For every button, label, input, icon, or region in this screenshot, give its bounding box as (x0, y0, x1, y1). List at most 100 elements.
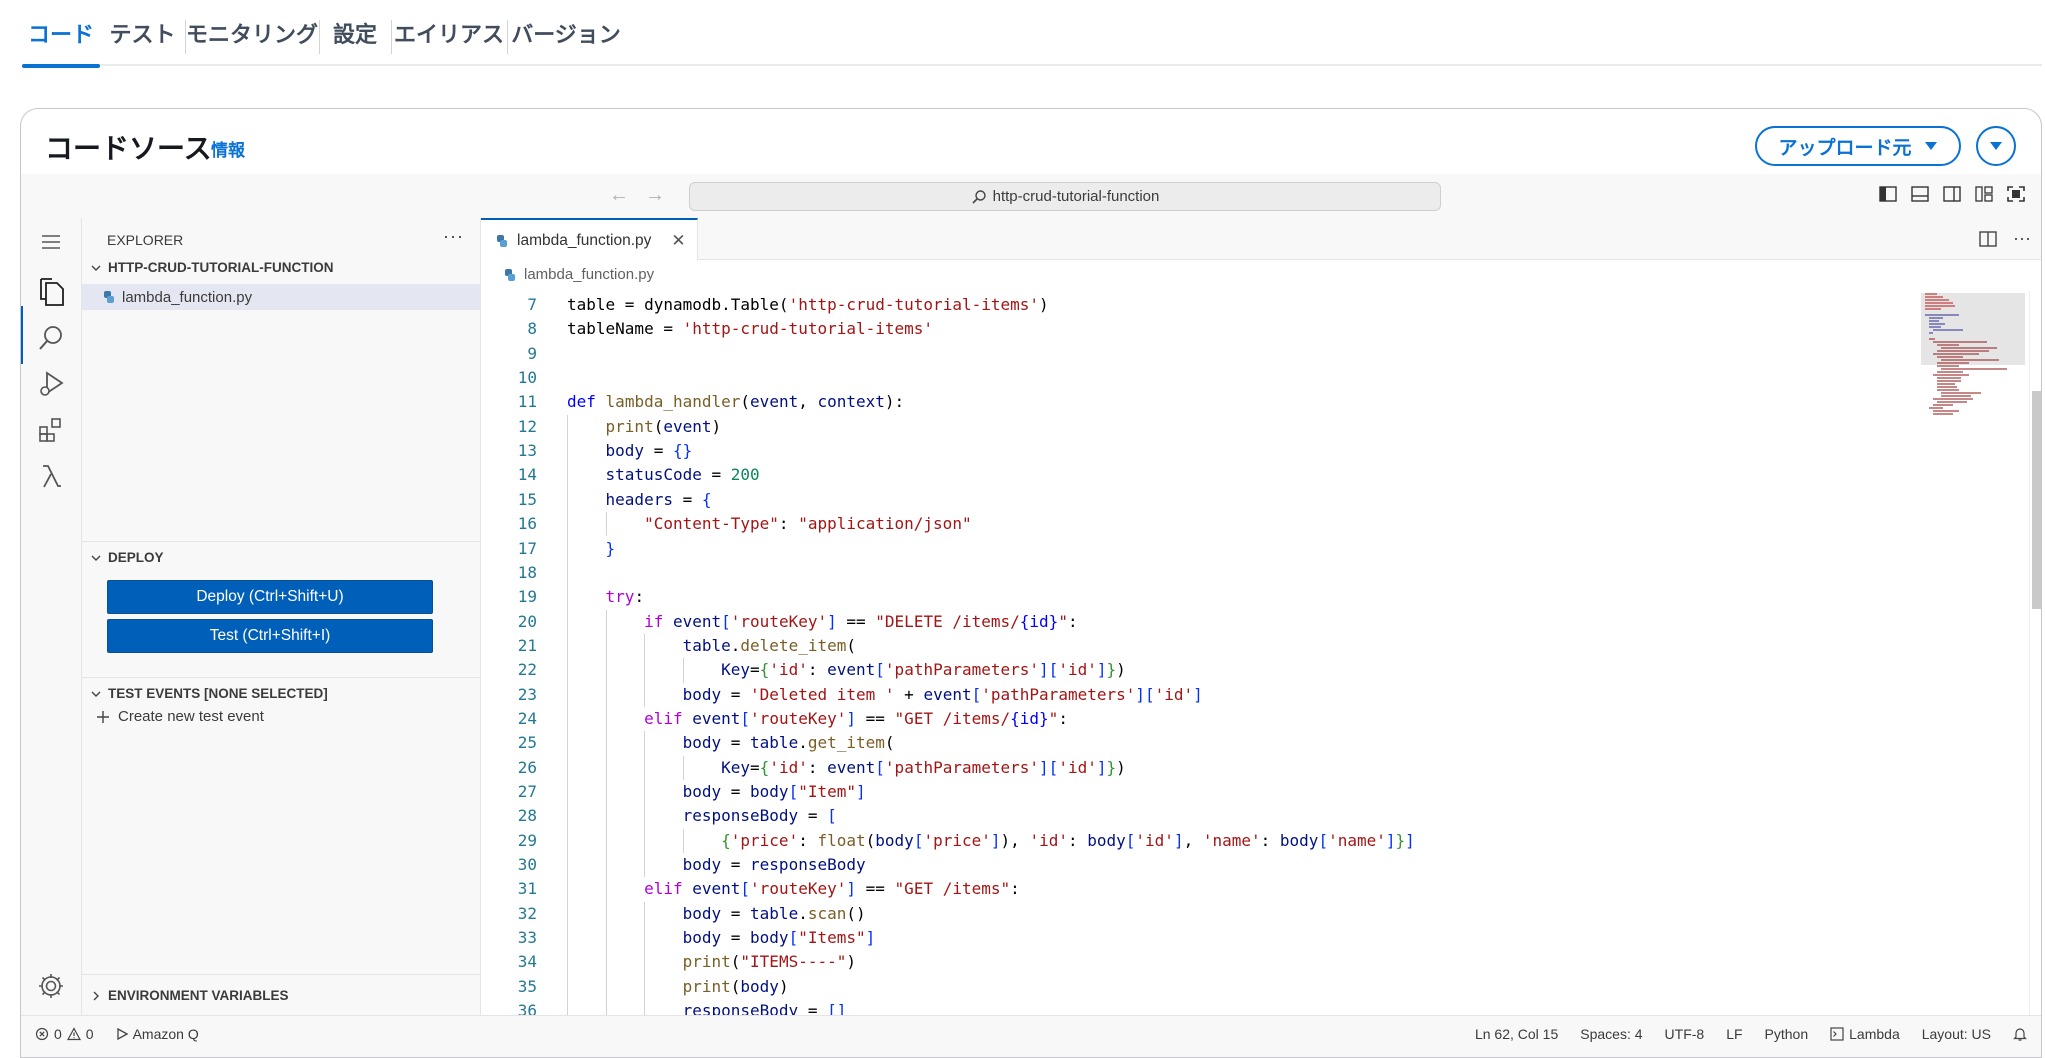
line-number: 27 (517, 782, 537, 801)
folder-header[interactable]: HTTP-CRUD-TUTORIAL-FUNCTION (90, 260, 333, 275)
more-options-icon[interactable]: ··· (443, 226, 464, 247)
code-line[interactable]: 17 } (481, 537, 1921, 561)
code-line[interactable]: 27 body = body["Item"] (481, 780, 1921, 804)
code-line[interactable]: 9 (481, 342, 1921, 366)
python-file-icon (495, 234, 509, 248)
more-actions-button[interactable] (1976, 126, 2016, 166)
scrollbar-thumb[interactable] (2032, 391, 2041, 609)
encoding[interactable]: UTF-8 (1665, 1026, 1705, 1042)
split-editor-icon[interactable] (1979, 230, 1997, 247)
forward-arrow-icon[interactable]: → (645, 184, 665, 207)
tab-test[interactable]: テスト (100, 0, 185, 66)
code-line[interactable]: 28 responseBody = [ (481, 804, 1921, 828)
code-line[interactable]: 25 body = table.get_item( (481, 731, 1921, 755)
deploy-section-header[interactable]: DEPLOY (90, 550, 164, 565)
tab-versions[interactable]: バージョン (507, 0, 625, 66)
code-line[interactable]: 16 "Content-Type": "application/json" (481, 512, 1921, 536)
code-line[interactable]: 13 body = {} (481, 439, 1921, 463)
upload-from-label: アップロード元 (1778, 137, 1912, 159)
tab-settings[interactable]: 設定 (319, 0, 391, 66)
tab-aliases[interactable]: エイリアス (391, 0, 507, 66)
code-line[interactable]: 12 print(event) (481, 415, 1921, 439)
ide-titlebar: ← → http-crud-tutorial-function (21, 174, 2041, 218)
code-line[interactable]: 7 table = dynamodb.Table('http-crud-tutor… (481, 293, 1921, 317)
explorer-icon[interactable] (33, 274, 69, 310)
code-line[interactable]: 20 if event['routeKey'] == "DELETE /item… (481, 610, 1921, 634)
code-line[interactable]: 29 {'price': float(body['price']), 'id':… (481, 829, 1921, 853)
lambda-icon[interactable] (33, 458, 69, 494)
customize-layout-icon[interactable] (1975, 186, 1993, 202)
line-code: body = table.get_item( (682, 733, 895, 753)
chevron-down-icon (90, 262, 102, 274)
cursor-position[interactable]: Ln 62, Col 15 (1475, 1026, 1558, 1042)
editor-tab[interactable]: lambda_function.py ✕ (481, 218, 698, 261)
code-line[interactable]: 35 print(body) (481, 975, 1921, 999)
line-number: 15 (517, 489, 537, 509)
more-actions-icon[interactable]: ··· (2013, 228, 2031, 249)
problems-indicator[interactable]: 0 0 (35, 1026, 94, 1042)
toggle-panel-icon[interactable] (1911, 186, 1929, 202)
code-line[interactable]: 22 Key={'id': event['pathParameters']['i… (481, 658, 1921, 682)
back-arrow-icon[interactable]: ← (609, 184, 629, 207)
code-line[interactable]: 15 headers = { (481, 488, 1921, 512)
code-line[interactable]: 26 Key={'id': event['pathParameters']['i… (481, 756, 1921, 780)
env-vars-label: ENVIRONMENT VARIABLES (108, 988, 289, 1003)
language-mode[interactable]: Python (1765, 1026, 1809, 1042)
code-text-area[interactable]: 7 table = dynamodb.Table('http-crud-tutor… (481, 291, 1921, 1015)
create-test-event[interactable]: Create new test event (96, 708, 264, 725)
code-line[interactable]: 30 body = responseBody (481, 853, 1921, 877)
amazon-q-status[interactable]: Amazon Q (116, 1026, 199, 1042)
menu-icon[interactable] (33, 224, 69, 260)
line-number: 7 (527, 295, 537, 314)
line-code: responseBody = [ (682, 806, 837, 826)
line-number: 23 (517, 684, 537, 704)
status-right: Ln 62, Col 15 Spaces: 4 UTF-8 LF Python … (1475, 1026, 2027, 1042)
toggle-secondary-sidebar-icon[interactable] (1943, 186, 1961, 202)
indentation[interactable]: Spaces: 4 (1580, 1026, 1642, 1042)
code-line[interactable]: 11 def lambda_handler(event, context): (481, 390, 1921, 414)
code-line[interactable]: 34 print("ITEMS----") (481, 950, 1921, 974)
code-line[interactable]: 19 try: (481, 585, 1921, 609)
search-icon[interactable] (33, 320, 69, 356)
code-line[interactable]: 21 table.delete_item( (481, 634, 1921, 658)
code-line[interactable]: 10 (481, 366, 1921, 390)
info-link[interactable]: 情報 (211, 136, 245, 161)
settings-gear-icon[interactable] (33, 968, 69, 1004)
line-number: 18 (517, 562, 537, 582)
keyboard-layout[interactable]: Layout: US (1922, 1026, 1991, 1042)
test-button[interactable]: Test (Ctrl+Shift+I) (107, 619, 433, 653)
code-line[interactable]: 23 body = 'Deleted item ' + event['pathP… (481, 683, 1921, 707)
maximize-icon[interactable] (2007, 186, 2025, 202)
line-number: 10 (517, 368, 537, 388)
minimap[interactable] (1921, 291, 2025, 1015)
tab-monitoring[interactable]: モニタリング (185, 0, 319, 66)
extensions-icon[interactable] (33, 412, 69, 448)
code-line[interactable]: 14 statusCode = 200 (481, 463, 1921, 487)
line-number: 13 (517, 441, 537, 461)
code-line[interactable]: 24 elif event['routeKey'] == "GET /items… (481, 707, 1921, 731)
command-center-search[interactable]: http-crud-tutorial-function (689, 182, 1441, 211)
tab-code[interactable]: コード (22, 0, 100, 68)
code-line[interactable]: 33 body = body["Items"] (481, 926, 1921, 950)
vertical-scrollbar[interactable] (2029, 291, 2041, 1015)
breadcrumb-file[interactable]: lambda_function.py (524, 266, 654, 283)
close-tab-icon[interactable]: ✕ (671, 231, 685, 251)
code-line[interactable]: 32 body = table.scan() (481, 902, 1921, 926)
code-line[interactable]: 8 tableName = 'http-crud-tutorial-items' (481, 317, 1921, 341)
env-vars-section-header[interactable]: ENVIRONMENT VARIABLES (90, 988, 289, 1003)
panel-title: コードソース (45, 133, 212, 164)
toggle-primary-sidebar-icon[interactable] (1879, 186, 1897, 202)
upload-from-button[interactable]: アップロード元 (1755, 126, 1961, 166)
end-of-line[interactable]: LF (1726, 1026, 1742, 1042)
code-line[interactable]: 36 responseBody = [] (481, 999, 1921, 1015)
file-item[interactable]: lambda_function.py (82, 284, 480, 310)
lambda-status[interactable]: Lambda (1830, 1026, 1900, 1042)
run-debug-icon[interactable] (33, 366, 69, 402)
test-events-section-header[interactable]: TEST EVENTS [NONE SELECTED] (90, 686, 328, 701)
indent-guide (644, 731, 646, 878)
notifications-bell-icon[interactable] (2013, 1026, 2027, 1042)
deploy-button[interactable]: Deploy (Ctrl+Shift+U) (107, 580, 433, 614)
code-line[interactable]: 31 elif event['routeKey'] == "GET /items… (481, 877, 1921, 901)
layout-controls (1879, 186, 2025, 202)
code-line[interactable]: 18 (481, 561, 1921, 585)
